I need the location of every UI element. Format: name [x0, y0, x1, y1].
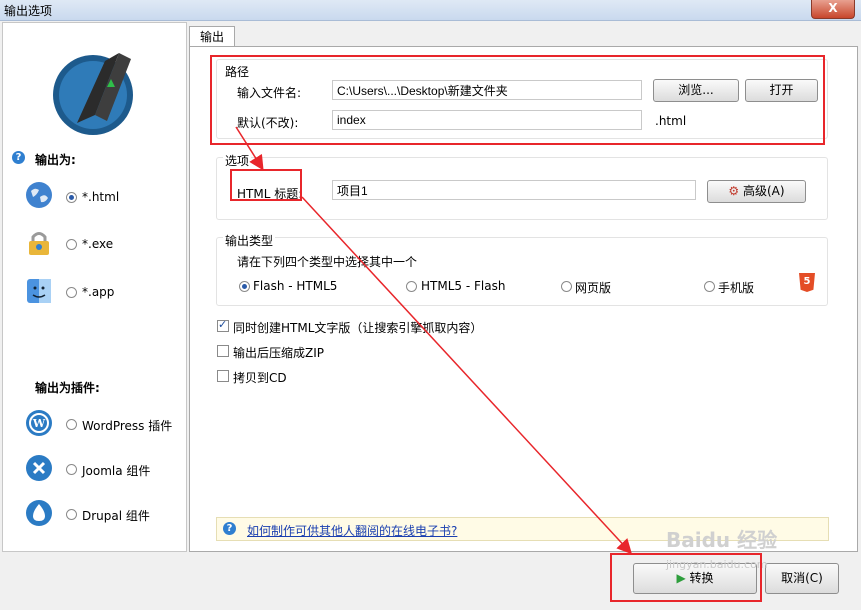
- zip-label: 输出后压缩成ZIP: [233, 346, 324, 360]
- lock-icon: [29, 232, 49, 255]
- options-group-title: 选项: [223, 152, 252, 169]
- mac-finder-icon: [27, 279, 51, 303]
- annotation-box-convert: [610, 553, 762, 602]
- output-type-hint: 请在下列四个类型中选择其中一个: [237, 255, 418, 269]
- format-html-radio[interactable]: [66, 192, 77, 203]
- output-type-title: 输出类型: [223, 232, 276, 249]
- help-icon[interactable]: ?: [12, 151, 25, 164]
- html-title-input[interactable]: [332, 180, 696, 200]
- close-icon: X: [828, 1, 838, 15]
- drupal-icon: [26, 500, 52, 526]
- window-titlebar: 输出选项 X: [0, 0, 861, 21]
- zip-checkbox[interactable]: [217, 345, 229, 357]
- plugin-drupal-label: Drupal 组件: [82, 509, 150, 523]
- watermark: Baidu 经验: [666, 528, 778, 552]
- annotation-box-path: [210, 55, 825, 145]
- output-as-title: 输出为:: [35, 153, 76, 167]
- help-link[interactable]: 如何制作可供其他人翻阅的在线电子书?: [247, 522, 457, 539]
- tab-output[interactable]: 输出: [189, 26, 235, 47]
- plugins-title: 输出为插件:: [35, 381, 100, 395]
- format-app-label: *.app: [82, 285, 115, 299]
- close-button[interactable]: X: [811, 0, 855, 19]
- joomla-icon: [26, 455, 52, 481]
- cancel-button[interactable]: 取消(C): [765, 563, 839, 594]
- plugin-joomla-label: Joomla 组件: [82, 464, 151, 478]
- svg-text:W: W: [32, 417, 46, 430]
- output-type-group: 输出类型 请在下列四个类型中选择其中一个 Flash - HTML5 HTML5…: [216, 232, 828, 306]
- copy-cd-label: 拷贝到CD: [233, 371, 287, 385]
- type-mobile-radio[interactable]: [704, 281, 715, 292]
- annotation-box-html-title: [230, 169, 302, 201]
- format-html-label: *.html: [82, 190, 120, 204]
- app-logo-icon: [53, 53, 133, 135]
- gear-icon: ⚙: [728, 184, 740, 198]
- plugin-wordpress-radio[interactable]: [66, 419, 77, 430]
- type-web-radio[interactable]: [561, 281, 572, 292]
- format-exe-label: *.exe: [82, 237, 114, 251]
- html5-icon: 5: [799, 273, 815, 292]
- create-html-text-checkbox[interactable]: [217, 318, 229, 332]
- format-exe-radio[interactable]: [66, 239, 77, 250]
- type-html5-flash-radio[interactable]: [406, 281, 417, 292]
- type-flash-html5-radio[interactable]: [239, 281, 250, 292]
- help-question-icon: ?: [223, 522, 236, 535]
- options-group: 选项 HTML 标题: ⚙ 高级(A): [216, 152, 828, 220]
- type-mobile-label: 手机版: [718, 281, 755, 295]
- type-flash-html5-label: Flash - HTML5: [253, 279, 338, 293]
- plugin-drupal-radio[interactable]: [66, 509, 77, 520]
- plugin-joomla-radio[interactable]: [66, 464, 77, 475]
- window-title: 输出选项: [4, 4, 53, 18]
- create-html-text-label: 同时创建HTML文字版（让搜索引擎抓取内容）: [233, 321, 483, 335]
- left-panel: ? 输出为: *.html *.exe *.app 输出为插件: W WordP…: [2, 22, 187, 552]
- advanced-button-label: 高级(A): [743, 184, 785, 198]
- globe-icon: [26, 182, 52, 208]
- type-html5-flash-label: HTML5 - Flash: [421, 279, 506, 293]
- wordpress-icon: W: [26, 410, 52, 436]
- copy-cd-checkbox[interactable]: [217, 370, 229, 382]
- plugin-wordpress-label: WordPress 插件: [82, 419, 173, 433]
- advanced-button[interactable]: ⚙ 高级(A): [707, 180, 806, 203]
- type-web-label: 网页版: [575, 281, 612, 295]
- format-app-radio[interactable]: [66, 287, 77, 298]
